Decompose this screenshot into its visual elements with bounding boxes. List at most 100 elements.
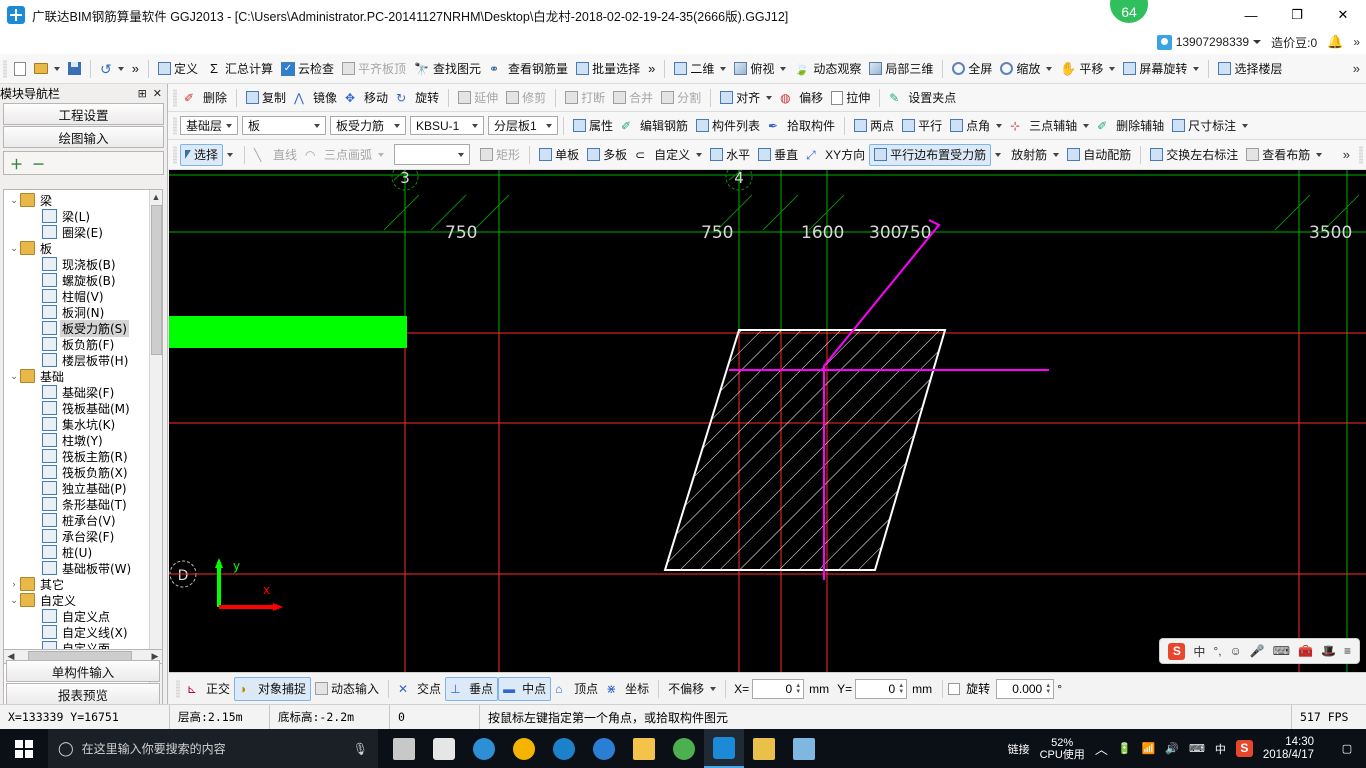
- three-point-aux-axis-button[interactable]: ⊹ 三点辅轴: [1006, 115, 1093, 137]
- custom-shape-button[interactable]: ⊂ 自定义: [631, 144, 706, 166]
- tree-item-5[interactable]: 螺旋板(B): [4, 272, 149, 288]
- single-member-input-button[interactable]: 单构件输入: [6, 660, 160, 682]
- chevron-down-icon[interactable]: [780, 66, 787, 71]
- select-floor-button[interactable]: 选择楼层: [1214, 58, 1286, 80]
- main-toolbar-overflow[interactable]: »: [644, 58, 659, 80]
- radial-rebar-button[interactable]: 放射筋: [1007, 144, 1063, 166]
- extend-button[interactable]: 延伸: [454, 87, 502, 109]
- link-label[interactable]: 链接: [1008, 741, 1030, 757]
- scroll-up-arrow-icon[interactable]: ▲: [150, 190, 162, 204]
- chevron-down-icon[interactable]: ⌄: [8, 195, 20, 206]
- stretch-button[interactable]: 拉伸: [827, 87, 874, 109]
- chevron-down-icon[interactable]: [1193, 66, 1200, 71]
- app-ie-button[interactable]: [584, 729, 624, 768]
- merge-button[interactable]: 合并: [609, 87, 657, 109]
- toolbar-gripper[interactable]: [173, 145, 177, 164]
- expand-all-button[interactable]: ＋: [10, 154, 23, 173]
- tree-item-17[interactable]: 筏板负筋(X): [4, 464, 149, 480]
- component-list-button[interactable]: 构件列表: [692, 115, 764, 137]
- chevron-down-icon[interactable]: [546, 123, 552, 128]
- offset-mode-select[interactable]: 不偏移: [664, 677, 720, 701]
- dynamic-observe-button[interactable]: 🍃 动态观察: [790, 58, 865, 80]
- properties-button[interactable]: 属性: [569, 115, 617, 137]
- pan-button[interactable]: ✋ 平移: [1056, 58, 1119, 80]
- tree-item-25[interactable]: ⌄ 自定义: [4, 592, 149, 608]
- close-icon[interactable]: ✕: [150, 87, 165, 100]
- start-button[interactable]: [0, 729, 48, 768]
- chevron-down-icon[interactable]: [710, 686, 717, 691]
- ime-smiley-icon[interactable]: ☺: [1230, 644, 1242, 658]
- rect-tool-button[interactable]: 矩形: [476, 144, 524, 166]
- new-file-button[interactable]: [10, 58, 30, 80]
- maximize-button[interactable]: ❐: [1274, 0, 1320, 30]
- chevron-down-icon[interactable]: [720, 66, 727, 71]
- local-3d-button[interactable]: 局部三维: [865, 58, 937, 80]
- vertex-toggle[interactable]: ⌂ 顶点: [551, 677, 602, 701]
- batch-select-button[interactable]: 批量选择: [572, 58, 644, 80]
- app-ggj-button[interactable]: [704, 729, 744, 768]
- view-toolbar-overflow[interactable]: »: [1353, 61, 1360, 76]
- tree-item-21[interactable]: 承台梁(F): [4, 528, 149, 544]
- object-snap-toggle[interactable]: ◑ 对象捕捉: [234, 676, 312, 701]
- mirror-button[interactable]: ⋀ 镜像: [290, 87, 341, 109]
- perpendicular-toggle[interactable]: ⊥ 垂点: [445, 676, 499, 701]
- tree-item-24[interactable]: › 其它: [4, 576, 149, 592]
- tree-vertical-scrollbar[interactable]: ▲ ▼: [149, 190, 162, 720]
- keyboard-icon[interactable]: ⌨: [1189, 742, 1205, 755]
- chevron-down-icon[interactable]: [226, 123, 232, 128]
- task-view-button[interactable]: [384, 729, 424, 768]
- ime-mic-icon[interactable]: 🎤: [1250, 644, 1265, 658]
- summary-calc-button[interactable]: Σ 汇总计算: [202, 58, 277, 80]
- single-slab-button[interactable]: 单板: [535, 144, 583, 166]
- select-tool-button[interactable]: 选择: [180, 143, 224, 166]
- split-button[interactable]: 分割: [657, 87, 705, 109]
- delete-aux-axis-button[interactable]: ✐ 删除辅轴: [1093, 115, 1168, 137]
- tree-item-26[interactable]: 自定义点: [4, 608, 149, 624]
- minimize-button[interactable]: —: [1228, 0, 1274, 30]
- microphone-icon[interactable]: 🎙: [353, 742, 368, 756]
- notification-bell-icon[interactable]: 🔔: [1327, 34, 1343, 50]
- chevron-down-icon[interactable]: [1109, 66, 1116, 71]
- ime-toolbox-icon[interactable]: 🧰: [1298, 644, 1313, 658]
- taskbar-search[interactable]: ◯ 在这里输入你要搜索的内容 🎙: [48, 729, 378, 768]
- chevron-down-icon[interactable]: [766, 95, 773, 100]
- app-photos-button[interactable]: [784, 729, 824, 768]
- ime-hat-icon[interactable]: 🎩: [1321, 644, 1336, 658]
- tray-expand-chevron-icon[interactable]: ︿: [1095, 739, 1108, 758]
- chevron-down-icon[interactable]: [472, 123, 478, 128]
- view-rebar-qty-button[interactable]: ⚭ 查看钢筋量: [485, 58, 572, 80]
- three-point-arc-button[interactable]: ◠ 三点画弧: [301, 144, 388, 166]
- chevron-down-icon[interactable]: [1316, 152, 1323, 157]
- cad-canvas[interactable]: 3 4 E D 750 750 1600 300 750 3500: [169, 170, 1366, 672]
- scroll-thumb[interactable]: [151, 205, 162, 355]
- multi-slab-button[interactable]: 多板: [583, 144, 631, 166]
- app-chrome-button[interactable]: [504, 729, 544, 768]
- copy-button[interactable]: 复制: [242, 87, 290, 109]
- coordinate-toggle[interactable]: ⋇ 坐标: [602, 677, 653, 701]
- find-element-button[interactable]: 🔭 查找图元: [410, 58, 485, 80]
- rotate-checkbox[interactable]: [948, 682, 961, 695]
- layer-select[interactable]: 分层板1: [488, 116, 558, 135]
- toolbar-gripper[interactable]: [173, 116, 177, 135]
- component-tree[interactable]: ⌄ 梁梁(L) 圈梁(E) ⌄ 板现浇板(B) 螺旋板(B) 柱帽(V) 板洞(N) 板受力筋(…: [3, 189, 163, 721]
- spinner-arrows-icon[interactable]: ▲ ▼: [795, 683, 801, 695]
- tree-item-14[interactable]: 集水坑(K): [4, 416, 149, 432]
- taskbar-clock[interactable]: 14:30 2018/4/17: [1263, 736, 1322, 762]
- chevron-down-icon[interactable]: ⌄: [8, 371, 20, 382]
- parallel-edge-rebar-button[interactable]: 平行边布置受力筋: [869, 143, 992, 166]
- ime-keyboard-icon[interactable]: ⌨: [1273, 644, 1290, 658]
- app-explorer-button[interactable]: [624, 729, 664, 768]
- top-view-button[interactable]: 俯视: [730, 58, 790, 80]
- midpoint-toggle[interactable]: ▬ 中点: [498, 676, 552, 701]
- pick-component-button[interactable]: ✒ 拾取构件: [764, 115, 839, 137]
- chevron-down-icon[interactable]: [314, 123, 320, 128]
- view-rebar-layout-button[interactable]: 查看布筋: [1242, 144, 1326, 166]
- ime-mode-label[interactable]: 中: [1193, 643, 1205, 660]
- chevron-down-icon[interactable]: [1253, 40, 1262, 44]
- align-slab-top-button[interactable]: 平齐板顶: [338, 58, 410, 80]
- chevron-down-icon[interactable]: [117, 66, 124, 71]
- edit-rebar-button[interactable]: ✐ 编辑钢筋: [617, 115, 692, 137]
- two-points-button[interactable]: 两点: [850, 115, 898, 137]
- xy-direction-button[interactable]: ⤢ XY方向: [802, 144, 869, 166]
- tree-item-11[interactable]: ⌄ 基础: [4, 368, 149, 384]
